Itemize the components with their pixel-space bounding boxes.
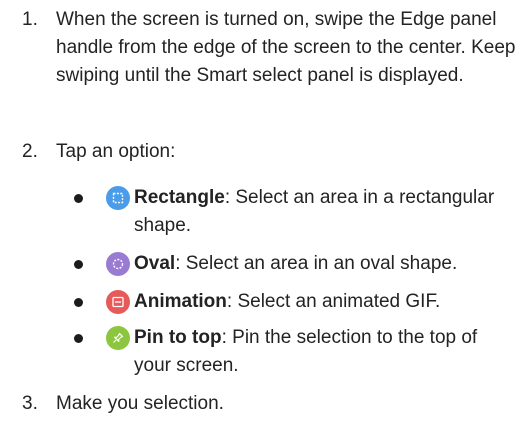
option-text: Oval: Select an area in an oval shape. <box>134 250 518 278</box>
step-text: Tap an option: <box>56 141 176 162</box>
step-number: 3. <box>22 393 38 414</box>
step-number: 1. <box>22 9 38 30</box>
instructions-page: 1. When the screen is turned on, swipe t… <box>0 0 523 435</box>
bullet-dot <box>74 334 83 343</box>
pin-icon <box>106 326 130 350</box>
option-name: Animation <box>134 291 227 312</box>
option-name: Pin to top <box>134 327 222 348</box>
step-number: 2. <box>22 141 38 162</box>
step-text: When the screen is turned on, swipe the … <box>56 9 516 86</box>
bullet-dot <box>74 194 83 203</box>
option-text: Animation: Select an animated GIF. <box>134 288 518 316</box>
gif-animation-icon <box>106 290 130 314</box>
option-description: : Select an animated GIF. <box>226 291 441 312</box>
option-name: Rectangle <box>134 187 225 208</box>
step-text: Make you selection. <box>56 393 224 414</box>
rectangle-select-icon <box>106 186 130 210</box>
option-name: Oval <box>134 253 176 274</box>
option-text: Pin to top: Pin the selection to the top… <box>134 324 518 380</box>
option-text: Rectangle: Select an area in a rectangul… <box>134 184 518 240</box>
option-description: : Select an area in an oval shape. <box>175 253 458 274</box>
bullet-dot <box>74 298 83 307</box>
oval-select-icon <box>106 252 130 276</box>
bullet-dot <box>74 260 83 269</box>
